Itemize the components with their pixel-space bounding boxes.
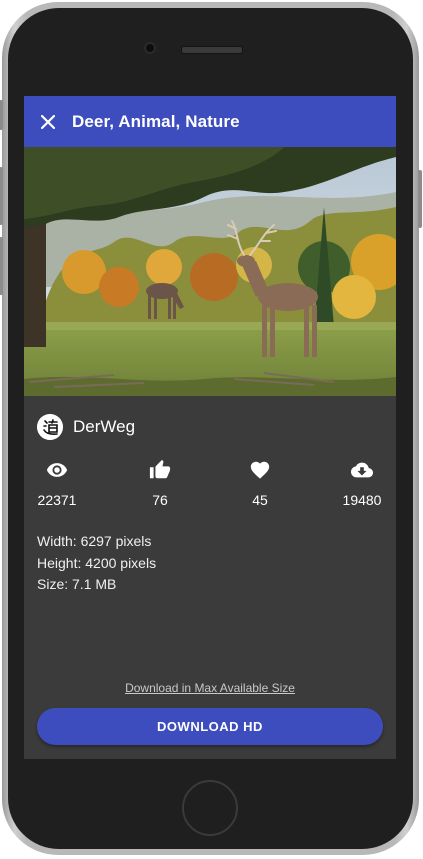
image-size: Size: 7.1 MB	[37, 576, 117, 592]
stat-likes[interactable]: 76	[120, 458, 200, 508]
volume-down-button	[0, 237, 3, 295]
eye-icon	[46, 463, 68, 477]
deer-photo[interactable]	[24, 147, 396, 396]
mute-switch	[0, 100, 3, 130]
image-width: Width: 6297 pixels	[37, 533, 152, 549]
likes-count: 76	[152, 492, 168, 508]
stats-row: 22371 76 45 19480	[24, 458, 396, 518]
app-bar: Deer, Animal, Nature	[24, 96, 396, 147]
image-height: Height: 4200 pixels	[37, 554, 157, 571]
stat-downloads: 19480	[322, 458, 396, 508]
author-name: DerWeg	[73, 417, 136, 436]
heart-icon	[250, 461, 270, 479]
front-camera	[144, 42, 156, 54]
download-hd-button[interactable]: DOWNLOAD HD	[37, 708, 383, 745]
downloads-count: 19480	[342, 492, 382, 508]
volume-up-button	[0, 167, 3, 225]
close-icon	[41, 114, 55, 129]
avatar-glyph-logo	[37, 414, 63, 440]
author-row[interactable]: DerWeg	[37, 414, 135, 440]
stat-favorites[interactable]: 45	[220, 458, 300, 508]
app-screen: Deer, Animal, Nature DerWeg 22371 76 45 …	[24, 96, 396, 759]
page-title: Deer, Animal, Nature	[72, 111, 240, 131]
image-meta: Width: 6297 pixels Height: 4200 pixels S…	[37, 531, 156, 596]
close-button[interactable]	[24, 96, 72, 147]
download-max-size-link[interactable]: Download in Max Available Size	[24, 681, 396, 695]
favorites-count: 45	[252, 492, 268, 508]
cloud-download-icon	[351, 462, 373, 478]
power-button	[418, 170, 422, 228]
thumb-up-icon	[149, 459, 171, 479]
home-button[interactable]	[182, 780, 238, 836]
views-count: 22371	[37, 492, 77, 508]
author-avatar	[37, 414, 63, 440]
earpiece-speaker	[181, 46, 243, 54]
stat-views: 22371	[24, 458, 97, 508]
